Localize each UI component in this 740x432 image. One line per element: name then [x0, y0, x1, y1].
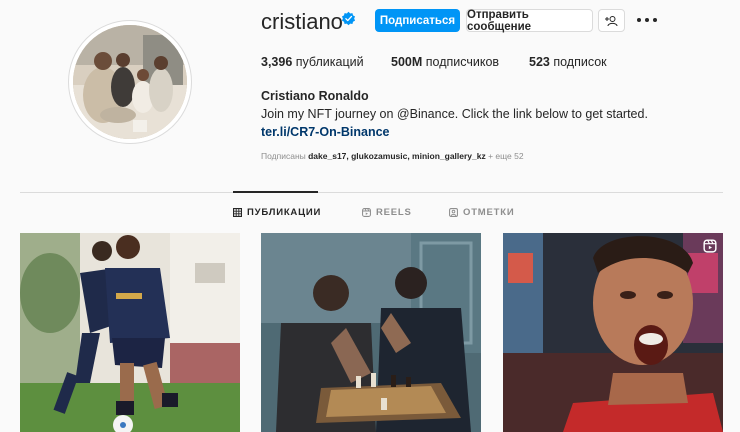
post-image: [261, 233, 481, 432]
dot: [645, 18, 649, 22]
profile-link[interactable]: ter.li/CR7-On-Binance: [261, 125, 390, 139]
posts-count-value: 3,396: [261, 55, 293, 69]
posts-count-label: публикаций: [292, 55, 364, 69]
post-image: [20, 233, 240, 432]
avatar-photo: [73, 25, 187, 139]
more-options-button[interactable]: [637, 11, 657, 29]
reel-icon: [703, 239, 717, 253]
following-count[interactable]: 523 подписок: [529, 55, 607, 69]
profile-bio: Join my NFT journey on @Binance. Click t…: [261, 107, 648, 121]
grid-icon: [233, 208, 242, 217]
dot: [653, 18, 657, 22]
post-tile-chess[interactable]: [261, 233, 481, 432]
tab-tagged[interactable]: ОТМЕТКИ: [449, 207, 514, 218]
profile-avatar[interactable]: [68, 20, 192, 144]
tagged-icon: [449, 208, 458, 217]
followed-by-prefix: Подписаны: [261, 151, 309, 161]
followers-count-label: подписчиков: [422, 55, 500, 69]
suggested-accounts-button[interactable]: [598, 9, 625, 32]
add-user-icon: [605, 15, 618, 26]
active-tab-indicator: [233, 191, 318, 193]
verified-badge-icon: [341, 11, 356, 26]
post-image: [503, 233, 723, 432]
tab-posts[interactable]: ПУБЛИКАЦИИ: [233, 207, 321, 218]
followed-by[interactable]: Подписаны dake_s17, glukozamusic, minion…: [261, 151, 524, 161]
profile-username: cristiano: [261, 9, 343, 34]
tab-reels[interactable]: REELS: [362, 207, 412, 218]
tab-posts-label: ПУБЛИКАЦИИ: [247, 207, 322, 218]
post-tile-training[interactable]: [20, 233, 240, 432]
tabs-divider: [20, 192, 723, 193]
reels-icon: [362, 208, 371, 217]
following-count-label: подписок: [549, 55, 607, 69]
send-message-button[interactable]: Отправить сообщение: [466, 9, 593, 33]
following-count-value: 523: [529, 55, 550, 69]
followers-count-value: 500M: [391, 55, 423, 69]
followed-by-names: dake_s17, glukozamusic, minion_gallery_k…: [308, 151, 486, 161]
posts-count: 3,396 публикаций: [261, 55, 364, 69]
follow-button[interactable]: Подписаться: [375, 9, 460, 32]
followed-by-suffix: + еще 52: [485, 151, 524, 161]
profile-full-name: Cristiano Ronaldo: [261, 89, 369, 103]
followers-count[interactable]: 500M подписчиков: [391, 55, 499, 69]
post-tile-celebration[interactable]: [503, 233, 723, 432]
tab-tagged-label: ОТМЕТКИ: [463, 207, 515, 218]
profile-page: cristiano Подписаться Отправить сообщени…: [0, 0, 740, 432]
tab-reels-label: REELS: [376, 207, 412, 218]
dot: [637, 18, 641, 22]
